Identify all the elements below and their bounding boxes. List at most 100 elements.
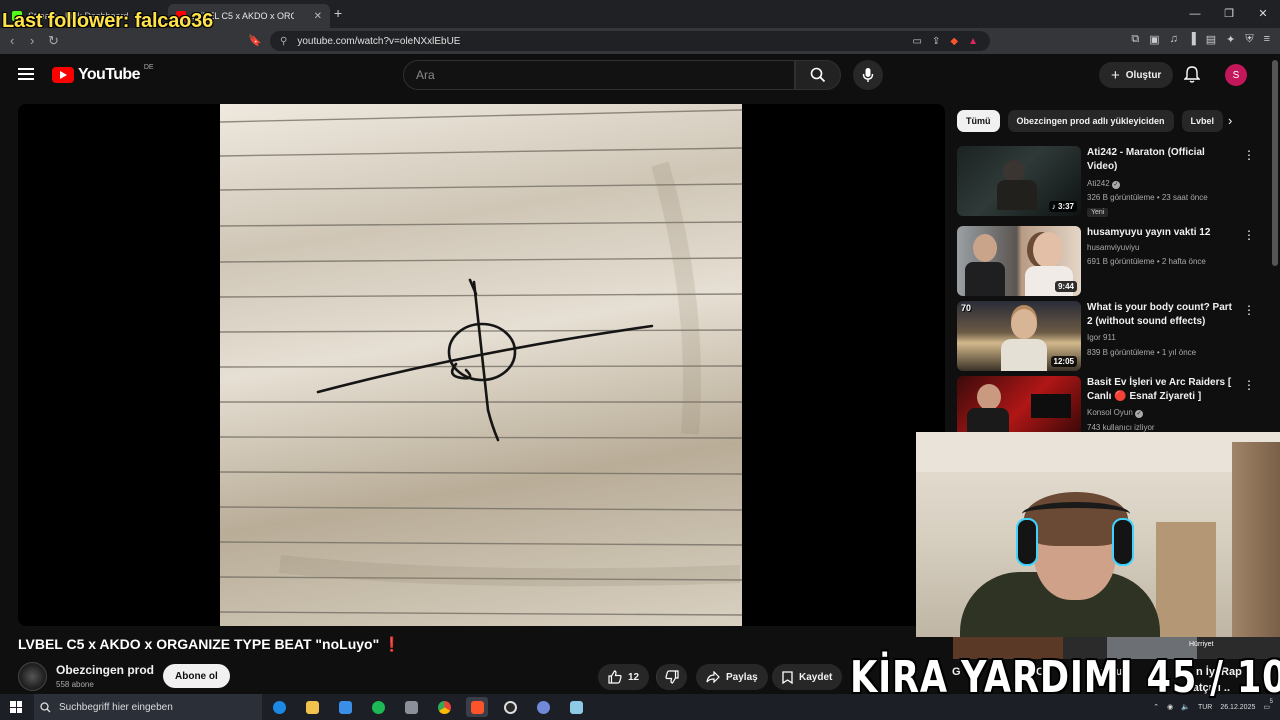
last-follower-overlay: Last follower: falcao36 (2, 10, 214, 32)
notifications-button[interactable] (1183, 66, 1201, 89)
file-explorer-icon[interactable] (301, 697, 323, 717)
new-tab-button[interactable]: + (334, 5, 342, 21)
taskbar-date[interactable]: 26.12.2025 (1220, 704, 1255, 711)
notepad-icon[interactable] (565, 697, 587, 717)
brave-taskbar-icon[interactable] (466, 697, 488, 717)
recommendation-channel[interactable]: Konsol Oyun ✓ (1087, 408, 1144, 418)
forward-button[interactable]: › (30, 33, 34, 48)
channel-name: Konsol Oyun (1087, 408, 1133, 417)
wallet-icon[interactable]: ▤ (1206, 33, 1216, 46)
reload-button[interactable]: ↻ (48, 33, 59, 49)
save-label: Kaydet (799, 671, 833, 683)
restore-button[interactable]: ❐ (1212, 0, 1246, 28)
recommendation-channel[interactable]: Ati242 ✓ (1087, 179, 1120, 189)
bookmark-icon[interactable]: 🔖 (248, 34, 262, 47)
more-options-icon[interactable]: ⋮ (1243, 228, 1255, 242)
store-icon[interactable] (334, 697, 356, 717)
extension-icons: ⧉ ▣ ♫ ▐ ▤ ✦ ⛨ ≡ (1131, 33, 1270, 46)
youtube-logo[interactable]: YouTube DE (52, 64, 154, 84)
video-thumbnail[interactable]: ♪ 3:37 (957, 146, 1081, 216)
close-window-button[interactable]: ✕ (1246, 0, 1280, 28)
recommendation-item[interactable]: Basit Ev İşleri ve Arc Raiders [ Canlı 🔴… (957, 376, 1257, 432)
channel-avatar[interactable] (18, 662, 47, 691)
brave-shield-icon[interactable]: ◆ (950, 36, 958, 47)
video-player[interactable] (18, 104, 945, 626)
recommendation-item[interactable]: 9:44 husamyuyu yayın vakti 12 husamviyuv… (957, 226, 1257, 298)
vpn-icon[interactable]: ⛨ (1245, 33, 1253, 46)
create-button[interactable]: + Oluştur (1099, 62, 1174, 88)
media-icon[interactable]: ♫ (1170, 33, 1178, 46)
tray-chevron-icon[interactable]: ⌃ (1153, 703, 1159, 711)
obs-icon[interactable] (499, 697, 521, 717)
more-options-icon[interactable]: ⋮ (1243, 148, 1255, 162)
channel-name[interactable]: Obezcingen prod (56, 663, 154, 677)
hamburger-menu-icon[interactable] (18, 68, 34, 80)
video-title: LVBEL C5 x AKDO x ORGANIZE TYPE BEAT "no… (18, 636, 401, 653)
discord-icon[interactable] (532, 697, 554, 717)
sidebar-icon[interactable]: ▐ (1188, 33, 1196, 46)
window-controls: — ❐ ✕ (1178, 0, 1280, 28)
close-tab-icon[interactable]: ✕ (314, 11, 322, 22)
cast-icon[interactable]: ▭ (913, 36, 922, 47)
extensions-icon[interactable]: ⧉ (1131, 33, 1139, 46)
taskbar-apps (268, 697, 587, 717)
notification-center-icon[interactable]: ▭ 5 (1263, 699, 1273, 711)
like-count: 12 (628, 671, 640, 683)
share-button[interactable]: Paylaş (696, 664, 768, 690)
minimize-button[interactable]: — (1178, 0, 1212, 28)
network-icon[interactable]: ◉ (1167, 703, 1173, 711)
language-indicator[interactable]: TUR (1198, 704, 1212, 711)
recommendation-channel[interactable]: Igor 911 (1087, 333, 1116, 342)
channel-row: Obezcingen prod 558 abone Abone ol 12 Pa… (18, 660, 918, 694)
recommendation-title[interactable]: Basit Ev İşleri ve Arc Raiders [ Canlı 🔴… (1087, 376, 1237, 404)
address-field[interactable]: ⚲ youtube.com/watch?v=oleNXxlEbUE ▭ ⇪ ◆ … (270, 31, 990, 51)
spotify-icon[interactable] (367, 697, 389, 717)
chip-from-uploader[interactable]: Obezcingen prod adlı yükleyiciden (1007, 110, 1174, 132)
chips-next-chevron-icon[interactable]: › (1228, 113, 1232, 128)
exclamation-emoji: ❗ (383, 636, 401, 652)
site-info-icon[interactable]: ⚲ (280, 36, 287, 47)
duration-badge: 12:05 (1050, 356, 1077, 367)
leo-icon[interactable]: ✦ (1226, 33, 1235, 46)
bell-icon (1183, 66, 1201, 83)
video-thumbnail[interactable] (957, 376, 1081, 432)
like-button[interactable]: 12 (598, 664, 650, 690)
save-button[interactable]: Kaydet (772, 664, 843, 690)
video-thumbnail[interactable]: 9:44 (957, 226, 1081, 296)
filter-chips: Tümü Obezcingen prod adlı yükleyiciden L… (957, 110, 1247, 134)
create-label: Oluştur (1125, 69, 1162, 81)
video-thumbnail[interactable]: 70 12:05 (957, 301, 1081, 371)
browser-menu-icon[interactable]: ≡ (1264, 33, 1270, 46)
verified-check-icon: ✓ (1111, 181, 1120, 189)
calculator-icon[interactable] (400, 697, 422, 717)
search-button[interactable] (795, 60, 841, 90)
more-options-icon[interactable]: ⋮ (1243, 378, 1255, 392)
windows-start-icon[interactable] (10, 701, 22, 713)
dislike-button[interactable] (656, 664, 687, 690)
subscribe-button[interactable]: Abone ol (163, 664, 230, 688)
taskbar-search[interactable]: Suchbegriff hier eingeben (34, 694, 262, 720)
recommendation-title[interactable]: Ati242 - Maraton (Official Video) (1087, 146, 1237, 174)
screenshot-icon[interactable]: ▣ (1149, 33, 1159, 46)
chip-lvbel[interactable]: Lvbel (1181, 110, 1224, 132)
voice-search-button[interactable] (853, 60, 883, 90)
chrome-icon[interactable] (433, 697, 455, 717)
recommendation-title[interactable]: husamyuyu yayın vakti 12 (1087, 226, 1237, 240)
more-options-icon[interactable]: ⋮ (1243, 303, 1255, 317)
verified-check-icon: ✓ (1135, 410, 1144, 418)
account-avatar[interactable]: S (1225, 64, 1247, 86)
youtube-wordmark: YouTube (78, 66, 140, 83)
recommendation-item[interactable]: 70 12:05 What is your body count? Part 2… (957, 301, 1257, 373)
brave-rewards-icon[interactable]: ▲ (968, 36, 978, 47)
edge-icon[interactable] (268, 697, 290, 717)
duration-badge: ♪ 3:37 (1048, 201, 1077, 212)
recommendation-channel[interactable]: husamviyuviyu (1087, 243, 1139, 252)
recommendation-title[interactable]: What is your body count? Part 2 (without… (1087, 301, 1237, 329)
search-input[interactable]: Ara (403, 60, 795, 90)
share-page-icon[interactable]: ⇪ (932, 36, 940, 47)
back-button[interactable]: ‹ (10, 33, 14, 48)
chip-all[interactable]: Tümü (957, 110, 1000, 132)
volume-icon[interactable]: 🔈 (1181, 703, 1190, 711)
page-scrollbar[interactable] (1272, 60, 1278, 266)
recommendation-item[interactable]: ♪ 3:37 Ati242 - Maraton (Official Video)… (957, 146, 1257, 218)
